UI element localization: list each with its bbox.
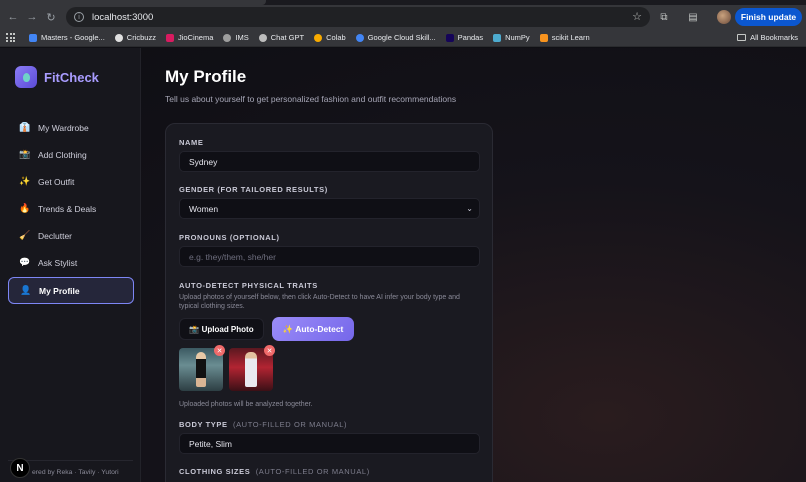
forward-icon[interactable]: → [25, 10, 39, 24]
sidebar-item-label: Trends & Deals [38, 203, 97, 214]
bookmark-item[interactable]: Pandas [445, 33, 483, 42]
sidebar-item-label: Declutter [38, 230, 73, 241]
favicon-icon [355, 33, 364, 42]
sidebar-item-declutter[interactable]: 🧹 Declutter [8, 222, 134, 249]
reload-icon[interactable]: ↻ [44, 10, 58, 24]
page-subtitle: Tell us about yourself to get personaliz… [165, 94, 457, 104]
pronouns-field[interactable]: e.g. they/them, she/her [179, 246, 480, 267]
sidebar-item-ask-stylist[interactable]: 💬 Ask Stylist [8, 249, 134, 276]
bookmark-item[interactable]: JioCinema [165, 33, 213, 42]
bookmark-item[interactable]: Cricbuzz [114, 33, 156, 42]
favicon-icon [114, 33, 123, 42]
sidebar-item-trends-deals[interactable]: 🔥 Trends & Deals [8, 195, 134, 222]
body-type-field[interactable]: Petite, Slim [179, 433, 480, 454]
sidebar-item-my-profile[interactable]: 👤 My Profile [8, 277, 134, 304]
page-title: My Profile [165, 67, 247, 86]
favicon-icon [445, 33, 454, 42]
pronouns-label: PRONOUNS (OPTIONAL) [179, 233, 280, 242]
extensions-icon[interactable]: ⧉ [658, 11, 670, 23]
all-bookmarks[interactable]: All Bookmarks [737, 33, 798, 42]
browser-toolbar: ← → ↻ i localhost:3000 ☆ ⧉ ▤ Finish upda… [0, 5, 806, 29]
photos-hint: Uploaded photos will be analyzed togethe… [179, 401, 313, 408]
name-field[interactable]: Sydney [179, 151, 480, 172]
chat-icon: 💬 [19, 257, 31, 267]
body-type-label: BODY TYPE (AUTO-FILLED OR MANUAL) [179, 420, 348, 429]
bookmark-item[interactable]: Colab [314, 33, 346, 42]
sidebar-item-label: Add Clothing [38, 149, 87, 160]
remove-photo-icon[interactable]: ✕ [214, 345, 225, 356]
brand-name: FitCheck [44, 69, 99, 85]
back-icon[interactable]: ← [6, 10, 20, 24]
camera-icon: 📸 [19, 149, 31, 159]
favicon-icon [29, 33, 37, 42]
finish-update-button[interactable]: Finish update [735, 8, 802, 26]
sidebar: FitCheck 👔 My Wardrobe 📸 Add Clothing ✨ Get… [0, 48, 141, 482]
gender-selected-value: Women [189, 203, 219, 214]
profile-form-card: NAME Sydney GENDER (FOR TAILORED RESULTS… [165, 123, 493, 482]
url-text[interactable]: localhost:3000 [92, 12, 153, 23]
clothing-sizes-label: CLOTHING SIZES (AUTO-FILLED OR MANUAL) [179, 467, 370, 476]
brand[interactable]: FitCheck [15, 66, 99, 88]
bookmark-star-icon[interactable]: ☆ [632, 10, 642, 23]
main-content: My Profile Tell us about yourself to get… [141, 48, 806, 482]
app-root: FitCheck 👔 My Wardrobe 📸 Add Clothing ✨ Get… [0, 48, 806, 482]
bookmark-item[interactable]: Google Cloud Skill... [355, 33, 436, 42]
site-info-icon[interactable]: i [74, 12, 84, 22]
remove-photo-icon[interactable]: ✕ [264, 345, 275, 356]
bookmark-item[interactable]: Chat GPT [258, 33, 304, 42]
sidebar-item-add-clothing[interactable]: 📸 Add Clothing [8, 141, 134, 168]
upload-photo-button[interactable]: 📸 Upload Photo [179, 318, 264, 340]
fire-icon: 🔥 [19, 203, 31, 213]
auto-detect-button[interactable]: ✨ Auto-Detect [272, 317, 354, 341]
traits-hint: Upload photos of yourself below, then cl… [179, 294, 460, 310]
bookmarks-bar: Masters - Google... Cricbuzz JioCinema I… [0, 29, 806, 47]
favicon-icon [539, 33, 548, 42]
nextjs-badge[interactable]: N [10, 458, 30, 478]
favicon-icon [493, 33, 502, 42]
side-panel-icon[interactable]: ▤ [687, 11, 699, 23]
bookmark-item[interactable]: IMS [223, 33, 249, 42]
favicon-icon [223, 33, 232, 42]
bookmark-item[interactable]: scikit Learn [539, 33, 590, 42]
sidebar-nav: 👔 My Wardrobe 📸 Add Clothing ✨ Get Outfit 🔥… [8, 114, 134, 304]
sidebar-item-label: Ask Stylist [38, 257, 78, 268]
sidebar-item-label: My Profile [39, 285, 80, 296]
favicon-icon [314, 33, 323, 42]
name-label: NAME [179, 138, 204, 147]
sidebar-item-label: My Wardrobe [38, 122, 89, 133]
sidebar-item-get-outfit[interactable]: ✨ Get Outfit [8, 168, 134, 195]
gender-label: GENDER (FOR TAILORED RESULTS) [179, 185, 328, 194]
broom-icon: 🧹 [19, 230, 31, 240]
bookmark-item[interactable]: NumPy [493, 33, 530, 42]
wardrobe-icon: 👔 [19, 122, 31, 132]
logo-icon [15, 66, 37, 88]
sidebar-item-label: Get Outfit [38, 176, 75, 187]
user-icon: 👤 [20, 285, 32, 295]
favicon-icon [258, 33, 267, 42]
traits-label: AUTO-DETECT PHYSICAL TRAITS [179, 281, 318, 290]
address-bar[interactable]: i localhost:3000 ☆ [66, 7, 650, 27]
sidebar-item-my-wardrobe[interactable]: 👔 My Wardrobe [8, 114, 134, 141]
folder-icon [737, 34, 747, 41]
gender-select[interactable]: Women ⌄ [179, 198, 480, 219]
bookmark-item[interactable]: Masters - Google... [29, 33, 105, 42]
chevron-down-icon: ⌄ [466, 204, 473, 213]
favicon-icon [165, 33, 174, 42]
sparkles-icon: ✨ [19, 176, 31, 186]
apps-grid-icon[interactable] [6, 33, 15, 42]
profile-avatar[interactable] [717, 10, 731, 24]
